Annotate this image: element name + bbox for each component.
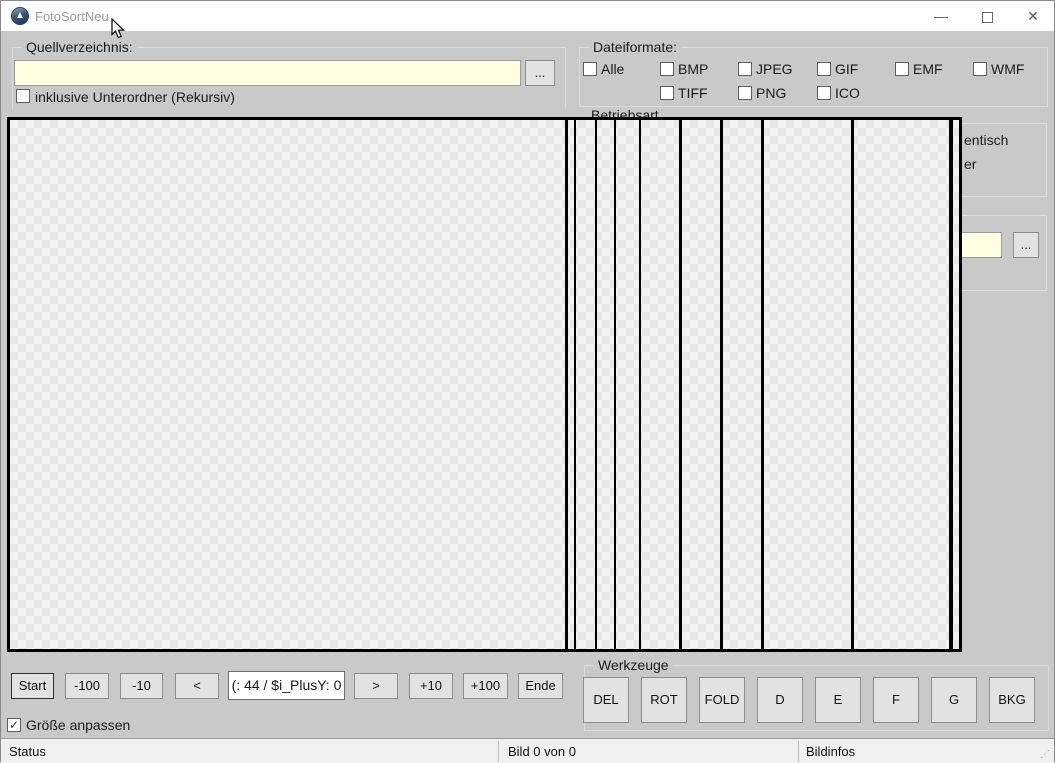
format-checkbox-png[interactable] (738, 86, 752, 100)
position-counter-field[interactable]: (: 44 / $i_PlusY: 0 (228, 671, 345, 700)
image-content-bar (949, 120, 953, 649)
maximize-button[interactable] (964, 1, 1010, 31)
format-label-jpeg: JPEG (756, 61, 793, 77)
image-content-bar (639, 120, 641, 649)
tool-button-d[interactable]: D (757, 677, 803, 723)
format-checkbox-alle[interactable] (583, 62, 597, 76)
minus-10-button[interactable]: -10 (120, 673, 163, 699)
statusbar-separator (798, 741, 799, 762)
transparency-checkerboard (10, 120, 959, 649)
image-content-bar (574, 120, 576, 649)
minimize-button[interactable]: — (918, 1, 964, 31)
format-checkbox-tiff[interactable] (660, 86, 674, 100)
format-label-alle: Alle (601, 61, 624, 77)
status-bar: Status Bild 0 von 0 Bildinfos ⋰ (1, 738, 1054, 763)
app-icon: ▲ (11, 7, 29, 25)
image-content-bar (761, 120, 764, 649)
plus-10-button[interactable]: +10 (409, 673, 453, 699)
mouse-cursor-icon (111, 18, 125, 39)
start-button[interactable]: Start (11, 673, 54, 699)
format-label-tiff: TIFF (678, 85, 708, 101)
end-button[interactable]: Ende (518, 673, 563, 699)
tool-button-del[interactable]: DEL (583, 677, 629, 723)
image-counter-text: Bild 0 von 0 (508, 744, 576, 759)
format-label-wmf: WMF (991, 61, 1024, 77)
tool-button-bkg[interactable]: BKG (989, 677, 1035, 723)
tool-button-e[interactable]: E (815, 677, 861, 723)
format-label-ico: ICO (835, 85, 860, 101)
next-button[interactable]: > (354, 673, 398, 699)
close-button[interactable]: ✕ (1010, 1, 1055, 31)
image-viewer-panel[interactable] (7, 117, 962, 652)
format-checkbox-bmp[interactable] (660, 62, 674, 76)
resize-grip-icon[interactable]: ⋰ (1040, 749, 1051, 760)
tool-button-g[interactable]: G (931, 677, 977, 723)
format-checkbox-wmf[interactable] (973, 62, 987, 76)
image-content-bar (720, 120, 723, 649)
format-label-png: PNG (756, 85, 786, 101)
previous-button[interactable]: < (175, 673, 219, 699)
right-option-label-fragment-bottom: er (964, 156, 976, 172)
format-checkbox-ico[interactable] (817, 86, 831, 100)
fotosortneu-window: { "window": { "title": "FotoSortNeu", "m… (0, 0, 1055, 762)
tool-button-fold[interactable]: FOLD (699, 677, 745, 723)
image-content-bar (851, 120, 854, 649)
status-text: Status (9, 744, 46, 759)
format-label-bmp: BMP (678, 61, 708, 77)
plus-100-button[interactable]: +100 (463, 673, 508, 699)
format-label-gif: GIF (835, 61, 858, 77)
image-content-bar (595, 120, 597, 649)
file-formats-group: Dateiformate: (579, 47, 1048, 107)
fit-size-checkbox[interactable] (7, 718, 21, 732)
source-directory-group-label: Quellverzeichnis: (22, 39, 137, 55)
format-checkbox-gif[interactable] (817, 62, 831, 76)
source-directory-input[interactable] (14, 60, 521, 86)
tool-button-rot[interactable]: ROT (641, 677, 687, 723)
image-content-bar (565, 120, 568, 649)
image-content-bar (679, 120, 682, 649)
minus-100-button[interactable]: -100 (65, 673, 109, 699)
recursive-checkbox[interactable] (16, 89, 30, 103)
tool-button-f[interactable]: F (873, 677, 919, 723)
image-content-bar (614, 120, 616, 649)
file-formats-group-label: Dateiformate: (589, 39, 681, 55)
format-label-emf: EMF (913, 61, 943, 77)
source-browse-button[interactable]: ... (525, 60, 555, 86)
window-title: FotoSortNeu (35, 9, 109, 24)
tools-group-label: Werkzeuge (594, 657, 673, 673)
format-checkbox-jpeg[interactable] (738, 62, 752, 76)
format-checkbox-emf[interactable] (895, 62, 909, 76)
right-browse-button[interactable]: ... (1013, 232, 1039, 258)
titlebar[interactable]: ▲ FotoSortNeu — ✕ (1, 1, 1054, 31)
fit-size-checkbox-label: Größe anpassen (26, 717, 130, 733)
statusbar-separator (498, 741, 499, 762)
maximize-icon (982, 12, 993, 23)
recursive-checkbox-label: inklusive Unterordner (Rekursiv) (35, 89, 235, 105)
right-option-label-fragment-top: entisch (964, 132, 1008, 148)
image-info-text: Bildinfos (806, 744, 855, 759)
